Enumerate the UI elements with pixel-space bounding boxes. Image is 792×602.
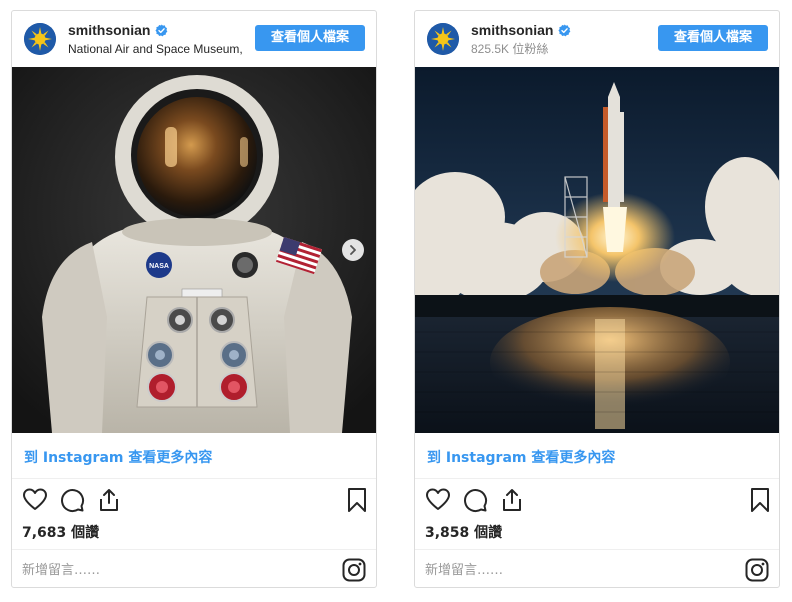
view-more-link[interactable]: 到 Instagram 查看更多內容 — [427, 447, 615, 467]
username[interactable]: smithsonian — [68, 22, 168, 39]
comment-bar — [415, 549, 779, 590]
user-info: smithsonian National Air and Space Museu… — [68, 22, 256, 58]
action-bar — [12, 487, 376, 515]
space-shuttle-launch-photo — [415, 67, 779, 433]
comment-bar — [12, 549, 376, 590]
instagram-logo-button[interactable] — [745, 558, 769, 582]
post-image-shuttle-launch[interactable] — [415, 67, 779, 433]
heart-icon — [426, 488, 450, 510]
verified-badge-icon — [155, 24, 168, 37]
share-button[interactable] — [499, 487, 525, 513]
heart-icon — [23, 488, 47, 510]
chevron-right-icon — [350, 245, 356, 255]
follower-count: 825.5K 位粉絲 — [471, 42, 549, 56]
instagram-logo-button[interactable] — [342, 558, 366, 582]
view-more-link[interactable]: 到 Instagram 查看更多內容 — [24, 447, 212, 467]
username-label[interactable]: smithsonian — [471, 22, 553, 39]
view-more-section: 到 Instagram 查看更多內容 — [12, 433, 376, 479]
instagram-icon — [342, 558, 366, 582]
share-button[interactable] — [96, 487, 122, 513]
verified-badge-icon — [558, 24, 571, 37]
like-button[interactable] — [22, 487, 48, 513]
view-profile-button[interactable]: 查看個人檔案 — [255, 25, 365, 51]
username-label[interactable]: smithsonian — [68, 22, 150, 39]
instagram-embed-card: smithsonian National Air and Space Museu… — [11, 10, 377, 588]
comment-button[interactable] — [59, 487, 85, 513]
avatar[interactable] — [427, 23, 459, 55]
user-info: smithsonian 825.5K 位粉絲 — [471, 22, 659, 58]
svg-text:NASA: NASA — [149, 263, 169, 270]
view-more-section: 到 Instagram 查看更多內容 — [415, 433, 779, 479]
share-icon — [503, 489, 521, 511]
post-header: smithsonian 825.5K 位粉絲 查看個人檔案 — [415, 11, 779, 67]
like-count: 7,683 個讚 — [22, 525, 100, 541]
astronaut-spacesuit-photo: NASA — [12, 67, 376, 433]
smithsonian-sun-logo — [427, 23, 459, 55]
bookmark-button[interactable] — [747, 487, 773, 513]
avatar[interactable] — [24, 23, 56, 55]
post-header: smithsonian National Air and Space Museu… — [12, 11, 376, 67]
instagram-embed-card: smithsonian 825.5K 位粉絲 查看個人檔案 到 Instagra… — [414, 10, 780, 588]
bookmark-icon — [348, 488, 366, 512]
bookmark-button[interactable] — [344, 487, 370, 513]
share-icon — [100, 489, 118, 511]
like-button[interactable] — [425, 487, 451, 513]
smithsonian-sun-logo — [24, 23, 56, 55]
bookmark-icon — [751, 488, 769, 512]
view-profile-button[interactable]: 查看個人檔案 — [658, 25, 768, 51]
comment-button[interactable] — [462, 487, 488, 513]
post-image-astronaut[interactable]: NASA — [12, 67, 376, 433]
comment-icon — [464, 489, 488, 513]
next-slide-button[interactable] — [342, 239, 364, 261]
username[interactable]: smithsonian — [471, 22, 571, 39]
instagram-icon — [745, 558, 769, 582]
comment-input[interactable] — [425, 561, 685, 579]
action-bar — [415, 487, 779, 515]
comment-input[interactable] — [22, 561, 282, 579]
location-link[interactable]: National Air and Space Museum, — [68, 41, 256, 58]
like-count: 3,858 個讚 — [425, 525, 503, 541]
comment-icon — [61, 489, 85, 513]
